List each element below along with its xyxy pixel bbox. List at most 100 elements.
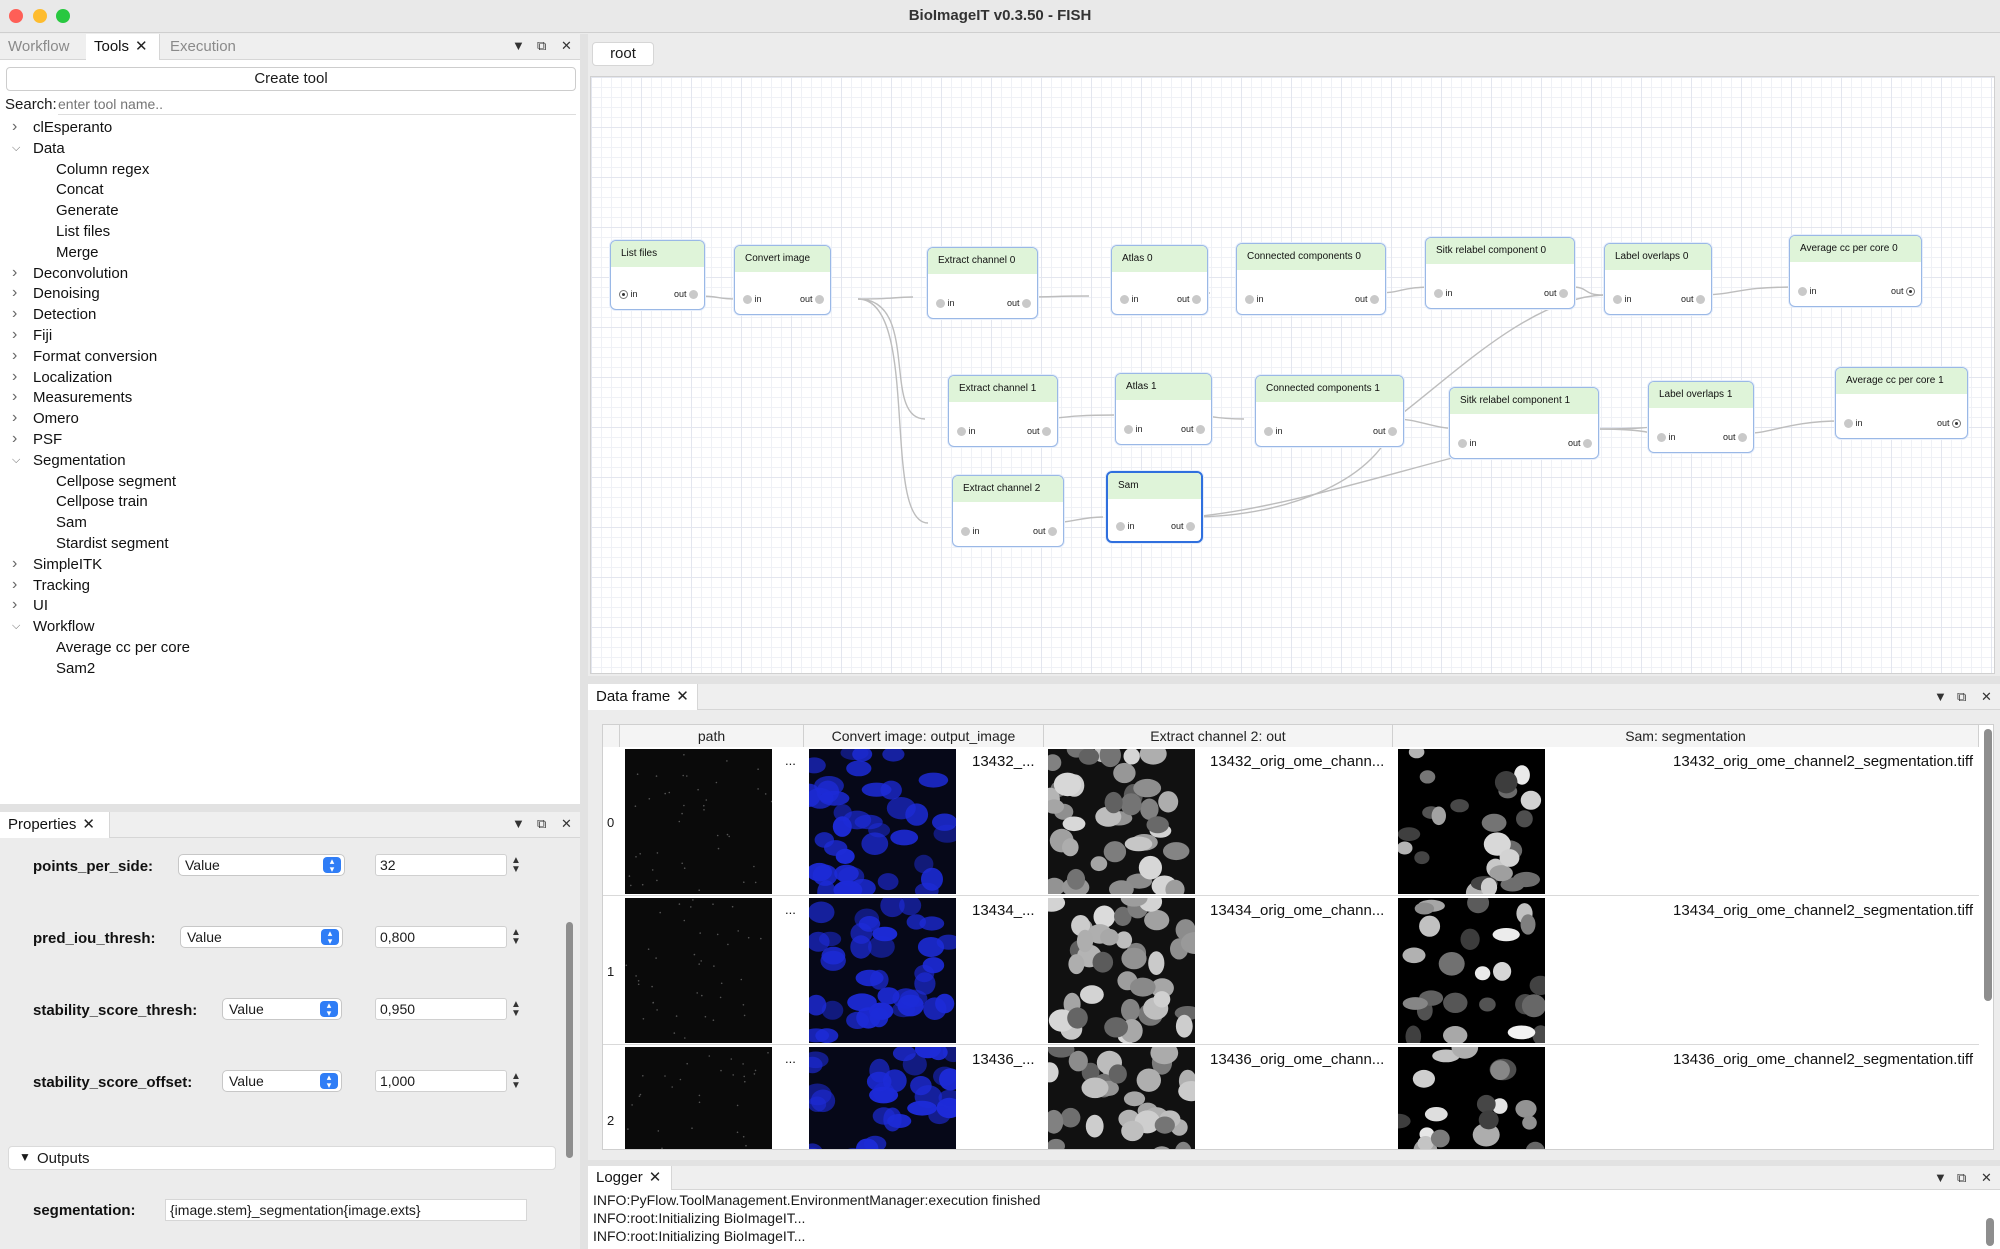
input-port[interactable]: in — [743, 294, 762, 304]
tree-tool-item[interactable]: Cellpose segment — [56, 472, 176, 492]
tab-properties[interactable]: Properties ✕ — [0, 812, 110, 838]
tab-logger[interactable]: Logger ✕ — [588, 1166, 672, 1190]
input-port[interactable]: in — [1798, 286, 1817, 296]
undock-icon[interactable]: ⧉ — [537, 816, 546, 832]
graph-node[interactable]: Label overlaps 0 in out — [1604, 243, 1712, 315]
undock-icon[interactable]: ⧉ — [1957, 1170, 1966, 1186]
output-port[interactable]: out — [1544, 288, 1568, 298]
output-port[interactable]: out — [1181, 424, 1205, 434]
output-port[interactable]: out — [1937, 418, 1961, 428]
close-panel-icon[interactable]: ✕ — [1981, 689, 1992, 705]
chevron-right-icon[interactable]: › — [12, 368, 17, 386]
graph-node[interactable]: List files in out — [610, 240, 705, 310]
table-row[interactable]: 1... 13434_... 13434_orig_ome_chann... 1343… — [603, 896, 1979, 1045]
input-port[interactable]: in — [961, 526, 980, 536]
tree-category[interactable]: Localization — [33, 368, 112, 388]
tree-category[interactable]: Measurements — [33, 388, 132, 408]
chevron-right-icon[interactable]: › — [12, 596, 17, 614]
column-header-path[interactable]: path — [620, 725, 804, 747]
dropdown-arrow-icon[interactable]: ▼ — [512, 816, 525, 831]
tree-category[interactable]: SimpleITK — [33, 555, 102, 575]
tree-category[interactable]: Detection — [33, 305, 96, 325]
tree-category[interactable]: PSF — [33, 430, 62, 450]
graph-node[interactable]: Sitk relabel component 0 in out — [1425, 237, 1575, 309]
tree-tool-item[interactable]: Sam2 — [56, 659, 95, 679]
output-port[interactable]: out — [1891, 286, 1915, 296]
close-icon[interactable]: ✕ — [82, 816, 95, 833]
graph-node[interactable]: Extract channel 0 in out — [927, 247, 1038, 319]
graph-splitter[interactable] — [588, 676, 2000, 684]
tree-tool-item[interactable]: Merge — [56, 243, 99, 263]
chevron-right-icon[interactable]: › — [12, 430, 17, 448]
chevron-right-icon[interactable]: › — [12, 118, 17, 136]
tab-tools[interactable]: Tools ✕ — [86, 34, 160, 60]
param-mode-select[interactable]: Value ▴ ▾ — [178, 854, 345, 876]
output-port[interactable]: out — [1681, 294, 1705, 304]
param-mode-select[interactable]: Value ▴ ▾ — [222, 998, 342, 1020]
input-port[interactable]: in — [957, 426, 976, 436]
tree-category[interactable]: Data — [33, 139, 65, 159]
tree-category[interactable]: Denoising — [33, 284, 100, 304]
chevron-right-icon[interactable]: › — [12, 326, 17, 344]
tree-tool-item[interactable]: Generate — [56, 201, 119, 221]
tree-category[interactable]: Segmentation — [33, 451, 126, 471]
input-port[interactable]: in — [619, 289, 638, 299]
graph-node[interactable]: Extract channel 2 in out — [952, 475, 1064, 547]
output-port[interactable]: out — [1355, 294, 1379, 304]
input-port[interactable]: in — [1657, 432, 1676, 442]
output-port[interactable]: out — [1373, 426, 1397, 436]
param-mode-select[interactable]: Value ▴ ▾ — [222, 1070, 342, 1092]
chevron-right-icon[interactable]: › — [12, 347, 17, 365]
chevron-right-icon[interactable]: › — [12, 305, 17, 323]
tree-tool-item[interactable]: Stardist segment — [56, 534, 169, 554]
tab-workflow[interactable]: Workflow — [0, 34, 86, 60]
graph-node[interactable]: Sitk relabel component 1 in out — [1449, 387, 1599, 459]
search-input[interactable] — [58, 93, 576, 115]
spin-arrows-icon[interactable]: ▲ ▼ — [511, 856, 521, 875]
tree-category[interactable]: Tracking — [33, 576, 90, 596]
tab-execution[interactable]: Execution — [162, 34, 252, 60]
tree-category[interactable]: Format conversion — [33, 347, 157, 367]
chevron-down-icon[interactable]: ⌵ — [12, 620, 20, 633]
output-port[interactable]: out — [1177, 294, 1201, 304]
outputs-section-header[interactable]: ▼ Outputs — [8, 1146, 556, 1170]
output-port[interactable]: out — [800, 294, 824, 304]
segmentation-input[interactable]: {image.stem}_segmentation{image.exts} — [165, 1199, 527, 1221]
chevron-down-icon[interactable]: ⌵ — [12, 142, 20, 155]
main-splitter[interactable] — [580, 34, 588, 1249]
tree-category[interactable]: UI — [33, 596, 48, 616]
input-port[interactable]: in — [1264, 426, 1283, 436]
close-icon[interactable]: ✕ — [649, 1169, 662, 1186]
graph-node[interactable]: Sam in out — [1106, 471, 1203, 543]
graph-node[interactable]: Atlas 0 in out — [1111, 245, 1208, 315]
breadcrumb-root[interactable]: root — [592, 42, 654, 66]
graph-canvas[interactable]: List files in out Convert image in out Ext… — [590, 76, 1995, 674]
spin-arrows-icon[interactable]: ▲ ▼ — [511, 1072, 521, 1091]
output-port[interactable]: out — [674, 289, 698, 299]
chevron-down-icon[interactable]: ⌵ — [12, 454, 20, 467]
close-panel-icon[interactable]: ✕ — [561, 38, 572, 54]
close-panel-icon[interactable]: ✕ — [561, 816, 572, 832]
undock-icon[interactable]: ⧉ — [537, 38, 546, 54]
output-port[interactable]: out — [1723, 432, 1747, 442]
param-mode-select[interactable]: Value ▴ ▾ — [180, 926, 343, 948]
graph-node[interactable]: Label overlaps 1 in out — [1648, 381, 1754, 453]
column-header-convert-image[interactable]: Convert image: output_image — [804, 725, 1044, 747]
input-port[interactable]: in — [1844, 418, 1863, 428]
input-port[interactable]: in — [1245, 294, 1264, 304]
dropdown-arrow-icon[interactable]: ▼ — [1934, 689, 1947, 704]
graph-node[interactable]: Average cc per core 0 in out — [1789, 235, 1922, 307]
tree-category[interactable]: Omero — [33, 409, 79, 429]
output-port[interactable]: out — [1568, 438, 1592, 448]
tree-tool-item[interactable]: List files — [56, 222, 110, 242]
chevron-right-icon[interactable]: › — [12, 388, 17, 406]
graph-node[interactable]: Connected components 1 in out — [1255, 375, 1404, 447]
column-header-extract-channel[interactable]: Extract channel 2: out — [1044, 725, 1393, 747]
graph-node[interactable]: Average cc per core 1 in out — [1835, 367, 1968, 439]
param-value-field[interactable]: 0,800 — [375, 926, 507, 948]
dropdown-arrow-icon[interactable]: ▼ — [1934, 1170, 1947, 1185]
param-value-field[interactable]: 1,000 — [375, 1070, 507, 1092]
graph-node[interactable]: Atlas 1 in out — [1115, 373, 1212, 445]
chevron-right-icon[interactable]: › — [12, 555, 17, 573]
input-port[interactable]: in — [1124, 424, 1143, 434]
